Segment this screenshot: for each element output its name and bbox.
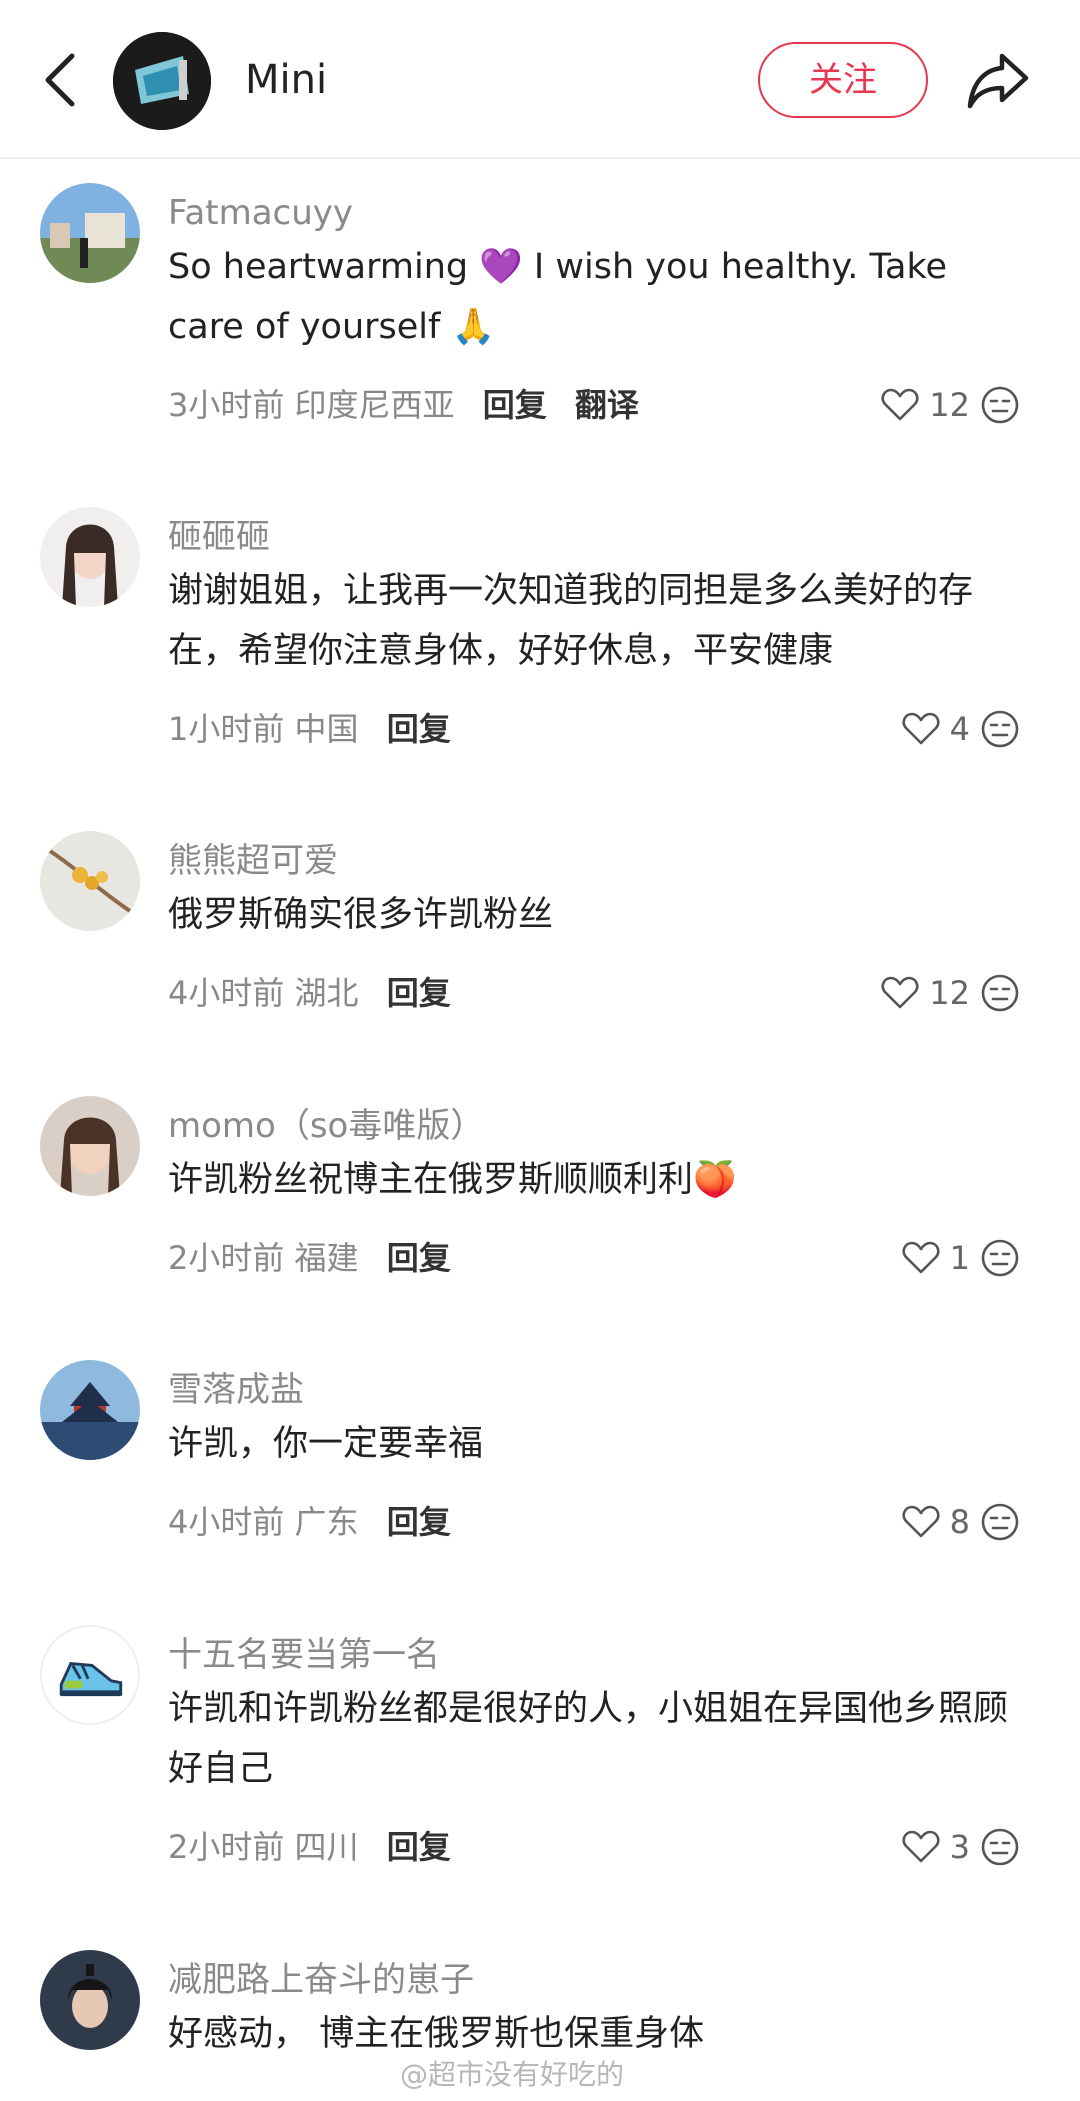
like-count: 8 [949, 1503, 970, 1541]
author-name: Mini [245, 57, 328, 103]
reply-button[interactable]: 回复 [387, 1828, 451, 1866]
comment-time: 2小时前 [168, 1239, 285, 1277]
user-avatar[interactable] [40, 1625, 140, 1725]
comment-meta: 4小时前 湖北 回复 [168, 971, 451, 1015]
share-icon[interactable] [966, 50, 1030, 110]
comment-location: 福建 [294, 1239, 359, 1277]
comment-location: 印度尼西亚 [294, 386, 455, 424]
heart-icon [902, 712, 940, 745]
comment-time: 4小时前 [168, 974, 285, 1012]
like-button[interactable]: 4 [902, 707, 970, 751]
comment-time: 2小时前 [168, 1828, 285, 1866]
author-avatar[interactable] [113, 32, 211, 130]
weibo-watermark: @超市没有好吃的 [400, 2058, 625, 2091]
username[interactable]: 砸砸砸 [168, 515, 270, 559]
reply-button[interactable]: 回复 [387, 1239, 451, 1277]
comment-text: 谢谢姐姐，让我再一次知道我的同担是多么美好的存在，希望你注意身体，好好休息，平安… [168, 571, 974, 671]
like-button[interactable]: 3 [902, 1825, 970, 1869]
username[interactable]: 十五名要当第一名 [168, 1633, 440, 1677]
comment-meta: 2小时前 四川 回复 [168, 1825, 451, 1869]
comment-text: 俄罗斯确实很多许凯粉丝 [168, 895, 554, 935]
heart-icon [881, 976, 919, 1009]
user-avatar[interactable] [40, 183, 140, 283]
back-arrow-icon[interactable] [40, 52, 80, 108]
reply-button[interactable]: 回复 [387, 974, 451, 1012]
like-count: 1 [949, 1239, 970, 1277]
comment-meta: 3小时前 印度尼西亚 回复 翻译 [168, 383, 639, 427]
heart-icon [902, 1830, 940, 1863]
username[interactable]: 雪落成盐 [168, 1368, 304, 1412]
comment-time: 3小时前 [168, 386, 285, 424]
username[interactable]: momo（so毒唯版） [168, 1104, 484, 1148]
username[interactable]: 减肥路上奋斗的崽子 [168, 1958, 474, 2002]
comment-location: 中国 [294, 710, 359, 748]
heart-icon [902, 1241, 940, 1274]
comment-location: 广东 [294, 1503, 359, 1541]
emoji-reaction-icon[interactable] [980, 973, 1020, 1013]
like-button[interactable]: 1 [902, 1236, 970, 1280]
comment-text: 许凯粉丝祝博主在俄罗斯顺顺利利🍑 [168, 1160, 737, 1200]
emoji-reaction-icon[interactable] [980, 1827, 1020, 1867]
like-count: 12 [929, 974, 970, 1012]
emoji-reaction-icon[interactable] [980, 709, 1020, 749]
comment-meta: 4小时前 广东 回复 [168, 1500, 451, 1544]
comment-meta: 1小时前 中国 回复 [168, 707, 451, 751]
user-avatar[interactable] [40, 1950, 140, 2050]
comment-text: So heartwarming 💜 I wish you healthy. Ta… [168, 247, 959, 347]
comment-text: 许凯和许凯粉丝都是很好的人，小姐姐在异国他乡照顾好自己 [168, 1689, 1009, 1789]
emoji-reaction-icon[interactable] [980, 1502, 1020, 1542]
comment-time: 1小时前 [168, 710, 285, 748]
translate-button[interactable]: 翻译 [575, 386, 639, 424]
emoji-reaction-icon[interactable] [980, 385, 1020, 425]
comment-time: 4小时前 [168, 1503, 285, 1541]
reply-button[interactable]: 回复 [387, 1503, 451, 1541]
top-bar: Mini 关注 [0, 0, 1080, 159]
username[interactable]: 熊熊超可爱 [168, 839, 338, 883]
user-avatar[interactable] [40, 1360, 140, 1460]
comment-location: 湖北 [294, 974, 359, 1012]
like-count: 12 [929, 386, 970, 424]
reply-button[interactable]: 回复 [483, 386, 547, 424]
comment-text: 许凯，你一定要幸福 [168, 1424, 484, 1464]
reply-button[interactable]: 回复 [387, 710, 451, 748]
follow-button[interactable]: 关注 [758, 42, 928, 118]
heart-icon [881, 388, 919, 421]
username[interactable]: Fatmacuyy [168, 191, 353, 235]
like-button[interactable]: 12 [881, 971, 970, 1015]
emoji-reaction-icon[interactable] [980, 1238, 1020, 1278]
like-count: 4 [949, 710, 970, 748]
user-avatar[interactable] [40, 831, 140, 931]
like-button[interactable]: 12 [881, 383, 970, 427]
like-count: 3 [949, 1828, 970, 1866]
like-button[interactable]: 8 [902, 1500, 970, 1544]
heart-icon [902, 1505, 940, 1538]
user-avatar[interactable] [40, 1096, 140, 1196]
comment-meta: 2小时前 福建 回复 [168, 1236, 451, 1280]
user-avatar[interactable] [40, 507, 140, 607]
comment-location: 四川 [294, 1828, 359, 1866]
